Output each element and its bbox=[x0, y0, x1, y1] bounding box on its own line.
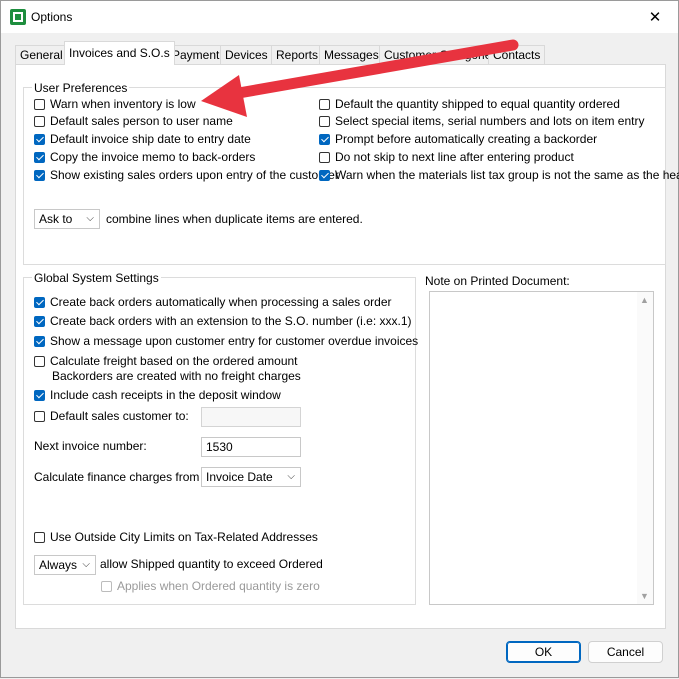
chevron-down-icon: ⌵ bbox=[82, 559, 90, 570]
chevron-down-icon: ⌵ bbox=[287, 471, 295, 482]
user-preferences-title: User Preferences bbox=[32, 81, 130, 95]
prompt-backorder-checkbox[interactable]: Prompt before automatically creating a b… bbox=[319, 131, 597, 147]
checkbox-box bbox=[34, 335, 45, 347]
ok-button[interactable]: OK bbox=[506, 641, 581, 663]
note-textarea[interactable]: ▲ ▼ bbox=[429, 291, 654, 605]
checkbox-box bbox=[34, 133, 45, 145]
select-special-items-checkbox[interactable]: Select special items, serial numbers and… bbox=[319, 113, 644, 129]
checkbox-box bbox=[34, 296, 45, 308]
title-bar: Options ✕ bbox=[1, 1, 678, 33]
checkbox-box bbox=[319, 169, 330, 181]
checkbox-box bbox=[34, 531, 45, 543]
checkbox-box bbox=[319, 151, 330, 163]
checkbox-box bbox=[34, 98, 45, 110]
auto-backorders-checkbox[interactable]: Create back orders automatically when pr… bbox=[34, 294, 392, 310]
tab-reports[interactable]: Reports bbox=[271, 45, 324, 64]
checkbox-box bbox=[34, 151, 45, 163]
next-invoice-label: Next invoice number: bbox=[34, 439, 147, 453]
shipped-qty-select[interactable]: Always ⌵ bbox=[34, 555, 96, 575]
tab-devices[interactable]: Devices bbox=[220, 45, 273, 64]
freight-note: Backorders are created with no freight c… bbox=[52, 369, 301, 383]
cash-receipts-checkbox[interactable]: Include cash receipts in the deposit win… bbox=[34, 387, 281, 403]
outside-city-checkbox[interactable]: Use Outside City Limits on Tax-Related A… bbox=[34, 529, 318, 545]
combine-lines-select[interactable]: Ask to ⌵ bbox=[34, 209, 100, 229]
checkbox-box bbox=[101, 580, 112, 592]
default-customer-checkbox[interactable]: Default sales customer to: bbox=[34, 408, 189, 424]
tab-general[interactable]: General bbox=[15, 45, 68, 64]
checkbox-box bbox=[34, 355, 45, 367]
note-label: Note on Printed Document: bbox=[425, 274, 570, 288]
tab-contacts[interactable]: Contacts bbox=[488, 45, 546, 64]
default-qty-shipped-checkbox[interactable]: Default the quantity shipped to equal qu… bbox=[319, 96, 620, 112]
do-not-skip-line-checkbox[interactable]: Do not skip to next line after entering … bbox=[319, 149, 574, 165]
default-salesperson-checkbox[interactable]: Default sales person to user name bbox=[34, 113, 233, 129]
tab-customer-categories[interactable]: Customer Categories bbox=[379, 45, 503, 64]
applies-zero-checkbox[interactable]: Applies when Ordered quantity is zero bbox=[101, 578, 320, 594]
checkbox-box bbox=[34, 315, 45, 327]
scroll-up-icon[interactable]: ▲ bbox=[640, 295, 649, 305]
default-customer-input[interactable] bbox=[201, 407, 301, 427]
shipped-qty-label: allow Shipped quantity to exceed Ordered bbox=[100, 557, 323, 571]
overdue-message-checkbox[interactable]: Show a message upon customer entry for c… bbox=[34, 333, 418, 349]
checkbox-box bbox=[319, 133, 330, 145]
tab-payment[interactable]: Payment bbox=[167, 45, 225, 64]
checkbox-box bbox=[34, 410, 45, 422]
note-scrollbar[interactable]: ▲ ▼ bbox=[637, 292, 653, 604]
combine-lines-label: combine lines when duplicate items are e… bbox=[106, 212, 363, 226]
finance-charges-label: Calculate finance charges from the bbox=[34, 470, 220, 484]
chevron-down-icon: ⌵ bbox=[86, 213, 94, 224]
options-window: Options ✕ General Invoices and S.O.s Pay… bbox=[0, 0, 679, 678]
calc-freight-checkbox[interactable]: Calculate freight based on the ordered a… bbox=[34, 353, 298, 369]
show-existing-orders-checkbox[interactable]: Show existing sales orders upon entry of… bbox=[34, 167, 339, 183]
copy-memo-checkbox[interactable]: Copy the invoice memo to back-orders bbox=[34, 149, 255, 165]
close-button[interactable]: ✕ bbox=[632, 1, 678, 33]
finance-charges-select[interactable]: Invoice Date ⌵ bbox=[201, 467, 301, 487]
backorder-extension-checkbox[interactable]: Create back orders with an extension to … bbox=[34, 313, 412, 329]
tab-messages[interactable]: Messages bbox=[319, 45, 384, 64]
warn-tax-group-checkbox[interactable]: Warn when the materials list tax group i… bbox=[319, 167, 679, 183]
app-icon bbox=[10, 9, 26, 25]
default-ship-date-checkbox[interactable]: Default invoice ship date to entry date bbox=[34, 131, 251, 147]
checkbox-box bbox=[319, 115, 330, 127]
window-title: Options bbox=[31, 10, 73, 24]
checkbox-box bbox=[34, 389, 45, 401]
close-icon: ✕ bbox=[648, 9, 662, 26]
checkbox-box bbox=[34, 169, 45, 181]
checkbox-box bbox=[34, 115, 45, 127]
scroll-down-icon[interactable]: ▼ bbox=[640, 591, 649, 601]
warn-inventory-low-checkbox[interactable]: Warn when inventory is low bbox=[34, 96, 196, 112]
next-invoice-input[interactable]: 1530 bbox=[201, 437, 301, 457]
global-settings-title: Global System Settings bbox=[32, 271, 161, 285]
cancel-button[interactable]: Cancel bbox=[588, 641, 663, 663]
checkbox-box bbox=[319, 98, 330, 110]
tab-invoices[interactable]: Invoices and S.O.s bbox=[64, 41, 175, 65]
